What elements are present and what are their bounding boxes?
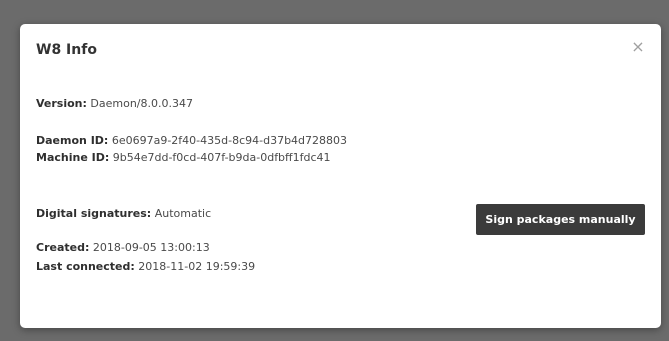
machine-id-label: Machine ID: [36, 151, 110, 164]
close-button[interactable]: × [629, 38, 647, 56]
last-connected-label: Last connected: [36, 260, 135, 273]
created-label: Created: [36, 241, 90, 254]
daemon-id-row: Daemon ID: 6e0697a9-2f40-435d-8c94-d37b4… [36, 134, 347, 147]
daemon-id-label: Daemon ID: [36, 134, 109, 147]
machine-id-value: 9b54e7dd-f0cd-407f-b9da-0dfbff1fdc41 [112, 151, 331, 164]
last-connected-row: Last connected: 2018-11-02 19:59:39 [36, 260, 255, 273]
sign-packages-manually-button[interactable]: Sign packages manually [476, 204, 645, 235]
info-dialog: W8 Info × Version: Daemon/8.0.0.347 Daem… [20, 24, 661, 328]
digital-signatures-row: Digital signatures: Automatic [36, 207, 211, 220]
version-label: Version: [36, 97, 87, 110]
daemon-id-value: 6e0697a9-2f40-435d-8c94-d37b4d728803 [111, 134, 348, 147]
dialog-title: W8 Info [36, 42, 97, 58]
created-value: 2018-09-05 13:00:13 [92, 241, 210, 254]
machine-id-row: Machine ID: 9b54e7dd-f0cd-407f-b9da-0dfb… [36, 151, 331, 164]
version-value: Daemon/8.0.0.347 [90, 97, 193, 110]
created-row: Created: 2018-09-05 13:00:13 [36, 241, 210, 254]
digital-signatures-value: Automatic [154, 207, 212, 220]
close-icon[interactable]: × [631, 37, 644, 56]
digital-signatures-label: Digital signatures: [36, 207, 152, 220]
last-connected-value: 2018-11-02 19:59:39 [138, 260, 256, 273]
version-row: Version: Daemon/8.0.0.347 [36, 97, 193, 110]
